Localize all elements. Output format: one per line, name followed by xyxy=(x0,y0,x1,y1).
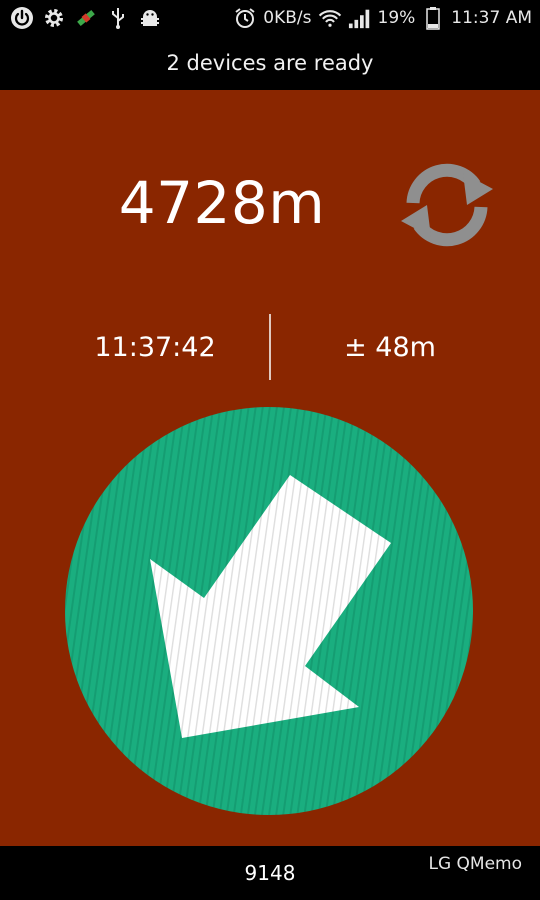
devices-status-header: 2 devices are ready xyxy=(0,36,540,90)
accuracy-readout: ± 48m xyxy=(344,331,436,363)
fix-timestamp: 11:37:42 xyxy=(94,331,216,363)
battery-percent: 19% xyxy=(377,8,416,28)
direction-compass xyxy=(64,406,474,816)
devices-status-text: 2 devices are ready xyxy=(166,51,374,75)
usb-icon xyxy=(106,6,130,30)
signal-strength-icon xyxy=(348,6,372,30)
wifi-icon xyxy=(318,6,342,30)
settings-gear-icon xyxy=(42,6,66,30)
android-debug-icon xyxy=(138,6,162,30)
alarm-clock-icon xyxy=(233,6,257,30)
battery-icon xyxy=(421,6,445,30)
refresh-button[interactable] xyxy=(394,158,500,252)
network-speed: 0KB/s xyxy=(263,8,312,28)
qmemo-label: LG QMemo xyxy=(428,854,522,874)
refresh-icon xyxy=(401,163,493,247)
bottom-bar: 9148 LG QMemo xyxy=(0,846,540,900)
status-bar: 0KB/s 19% 11:37 AM xyxy=(0,0,540,36)
satellite-icon xyxy=(74,6,98,30)
status-icons-left xyxy=(0,6,162,30)
power-icon xyxy=(10,6,34,30)
status-icons-right: 0KB/s 19% 11:37 AM xyxy=(233,6,540,30)
distance-readout: 4728m xyxy=(118,169,326,237)
status-clock: 11:37 AM xyxy=(451,8,532,28)
fix-info-row: 11:37:42 ± 48m xyxy=(0,314,540,380)
